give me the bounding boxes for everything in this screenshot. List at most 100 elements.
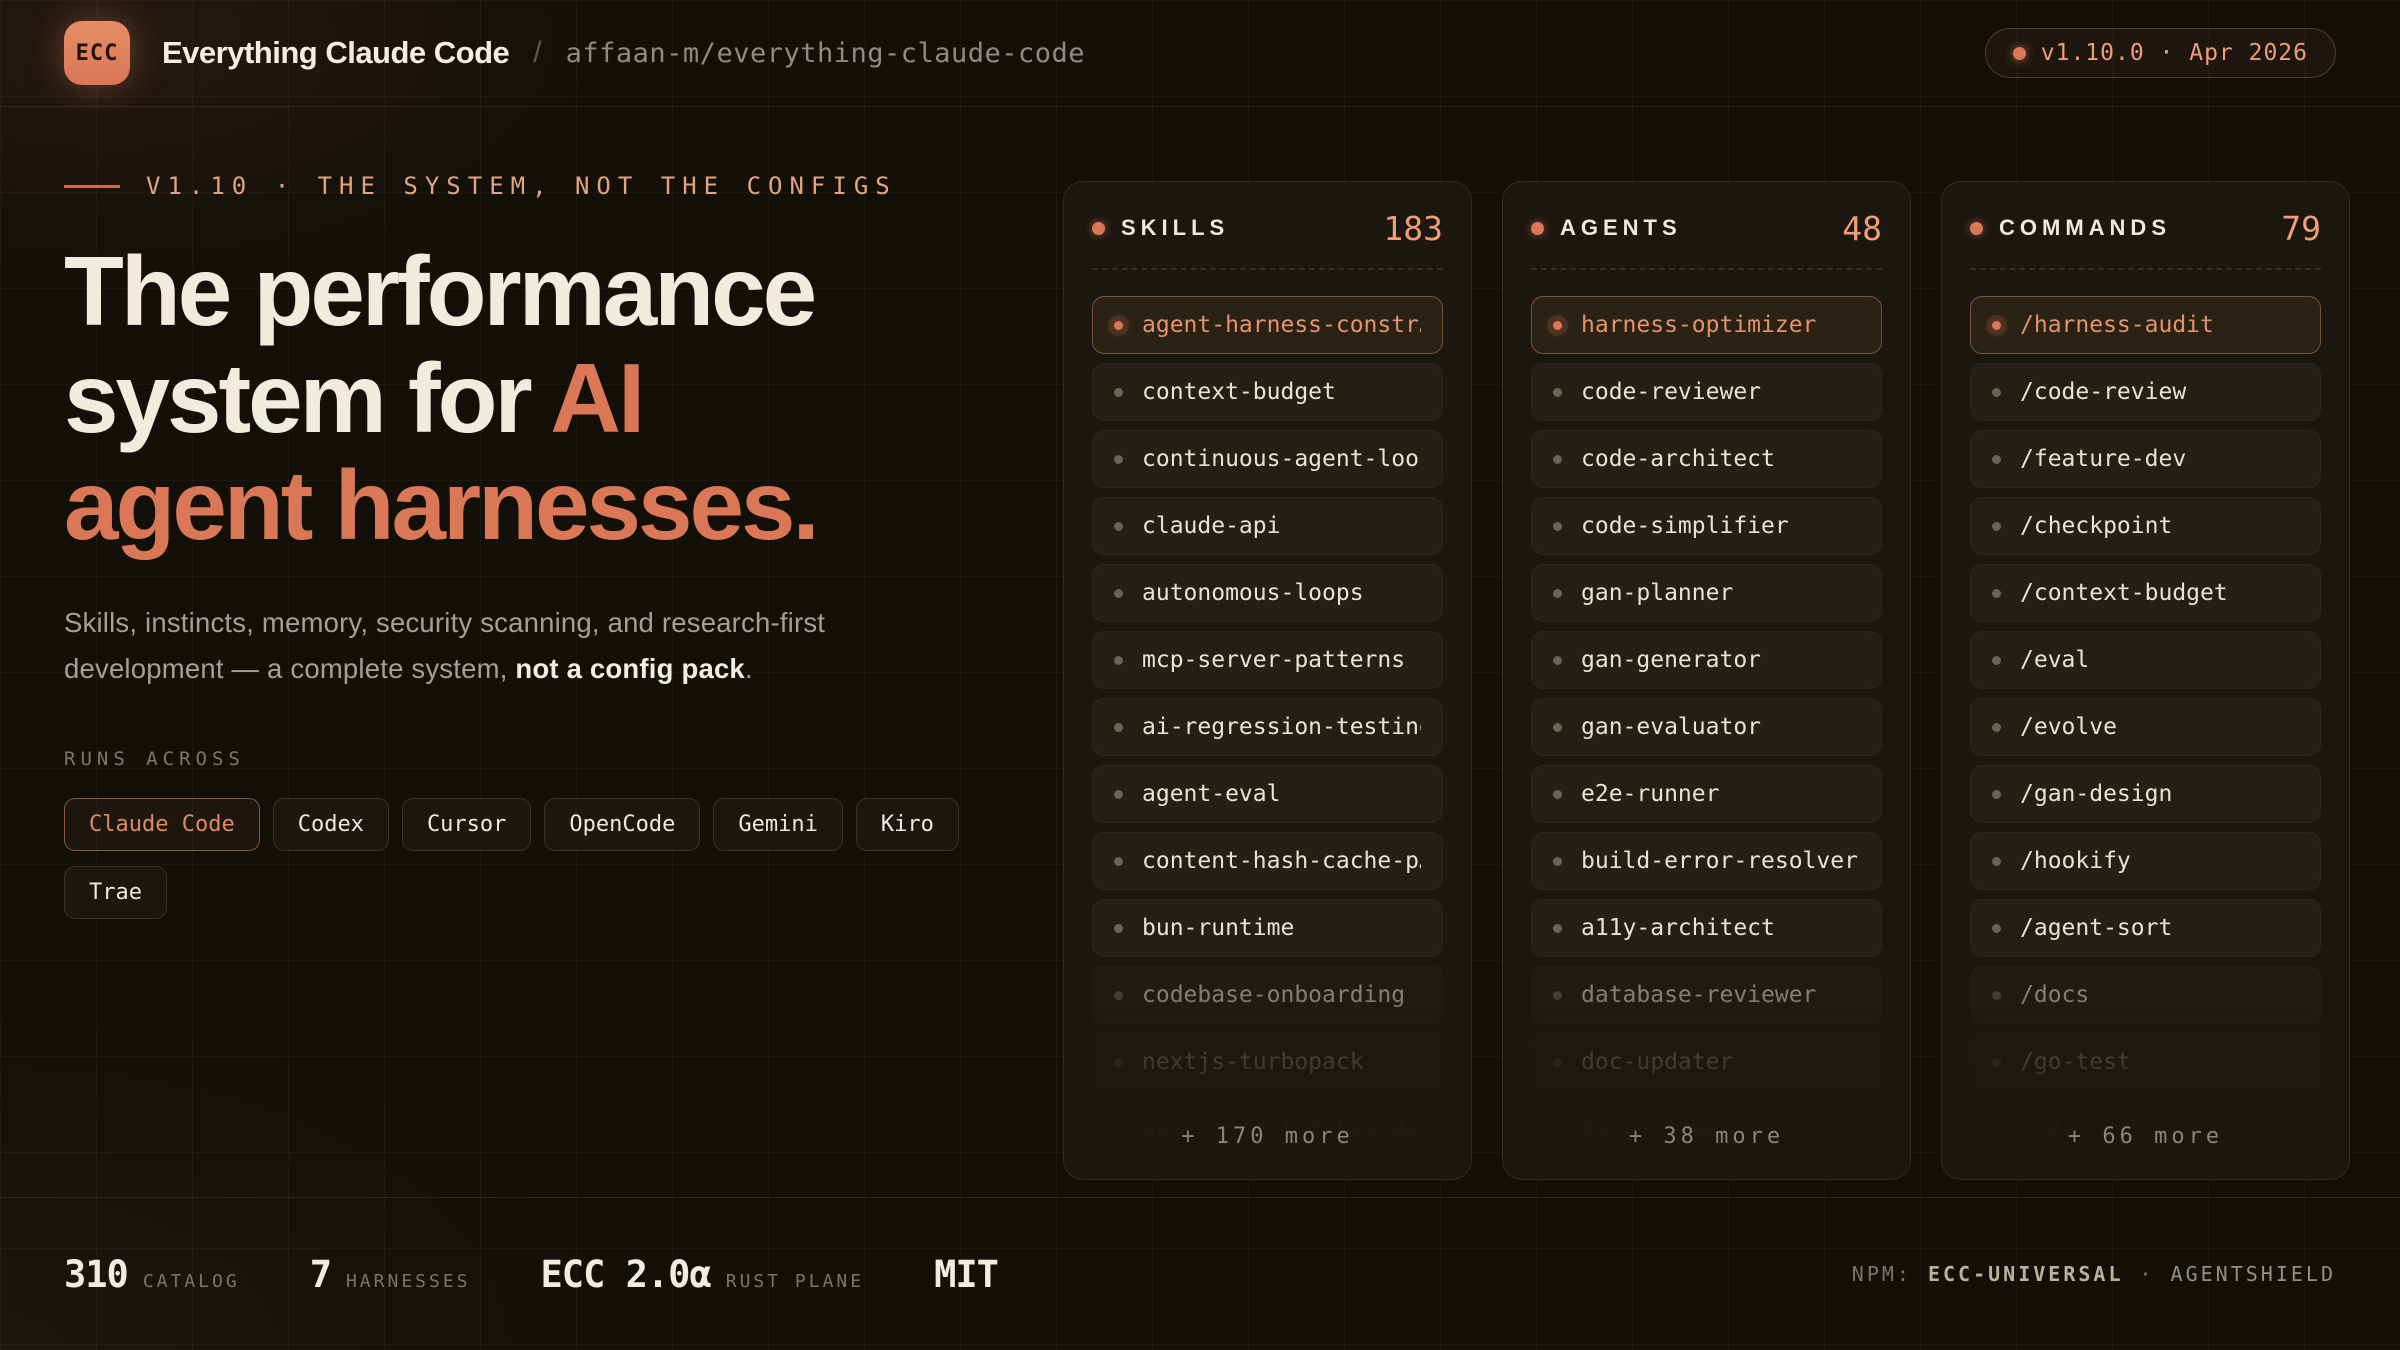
item-dot-icon xyxy=(1114,790,1123,799)
hero-eyebrow: V1.10 · THE SYSTEM, NOT THE CONFIGS xyxy=(64,172,1024,200)
item-label: gan-evaluator xyxy=(1581,714,1761,740)
commands-item-go-test[interactable]: /go-test xyxy=(1970,1033,2321,1091)
harness-chip-gemini[interactable]: Gemini xyxy=(713,798,842,851)
panel-agents: AGENTS 48 harness-optimizer code-reviewe… xyxy=(1502,181,1911,1180)
commands-item-harness-audit[interactable]: /harness-audit xyxy=(1970,296,2321,354)
harness-chip-label: Gemini xyxy=(738,812,817,837)
skills-item-agent-harness-constr[interactable]: agent-harness-constr… xyxy=(1092,296,1443,354)
agents-item-build-error-resolver[interactable]: build-error-resolver xyxy=(1531,832,1882,890)
stat-mit: MIT xyxy=(934,1253,998,1296)
commands-item-eval[interactable]: /eval xyxy=(1970,631,2321,689)
item-label: /gan-design xyxy=(2020,781,2172,807)
harness-chip-codex[interactable]: Codex xyxy=(273,798,389,851)
agents-item-a11y-architect[interactable]: a11y-architect xyxy=(1531,899,1882,957)
panel-more-link[interactable]: + 38 more xyxy=(1503,1124,1910,1149)
commands-item-evolve[interactable]: /evolve xyxy=(1970,698,2321,756)
panel-item-list: agent-harness-constr… context-budget con… xyxy=(1092,296,1443,1158)
skills-item-mcp-server-patterns[interactable]: mcp-server-patterns xyxy=(1092,631,1443,689)
commands-item-docs[interactable]: /docs xyxy=(1970,966,2321,1024)
agents-item-e2e-runner[interactable]: e2e-runner xyxy=(1531,765,1882,823)
skills-item-bun-runtime[interactable]: bun-runtime xyxy=(1092,899,1443,957)
panel-more-link[interactable]: + 170 more xyxy=(1064,1124,1471,1149)
npm-label: NPM: xyxy=(1852,1262,1912,1286)
item-label: mcp-server-patterns xyxy=(1142,647,1405,673)
agents-item-code-reviewer[interactable]: code-reviewer xyxy=(1531,363,1882,421)
hero-section: V1.10 · THE SYSTEM, NOT THE CONFIGS The … xyxy=(64,172,1024,919)
skills-item-agent-eval[interactable]: agent-eval xyxy=(1092,765,1443,823)
harness-chip-label: Codex xyxy=(298,812,364,837)
skills-item-nextjs-turbopack[interactable]: nextjs-turbopack xyxy=(1092,1033,1443,1091)
npm-separator: · xyxy=(2140,1262,2155,1286)
item-dot-icon xyxy=(1114,1058,1123,1067)
item-dot-icon xyxy=(1553,723,1562,732)
panel-title: SKILLS xyxy=(1121,215,1229,241)
version-badge: v1.10.0 · Apr 2026 xyxy=(1985,28,2336,78)
harness-chip-list: Claude Code Codex Cursor OpenCode Gemini Kiro… xyxy=(64,798,1014,919)
item-label: build-error-resolver xyxy=(1581,848,1858,874)
skills-item-content-hash-cache-p[interactable]: content-hash-cache-p… xyxy=(1092,832,1443,890)
item-dot-icon xyxy=(1553,321,1562,330)
panel-header: AGENTS 48 xyxy=(1531,206,1882,250)
item-dot-icon xyxy=(1992,991,2001,1000)
commands-item-hookify[interactable]: /hookify xyxy=(1970,832,2321,890)
commands-item-checkpoint[interactable]: /checkpoint xyxy=(1970,497,2321,555)
commands-item-gan-design[interactable]: /gan-design xyxy=(1970,765,2321,823)
agents-item-gan-planner[interactable]: gan-planner xyxy=(1531,564,1882,622)
panel-more-link[interactable]: + 66 more xyxy=(1942,1124,2349,1149)
repo-breadcrumb[interactable]: affaan-m/everything-claude-code xyxy=(566,38,1085,69)
subtitle-end: . xyxy=(745,653,753,684)
eyebrow-text: V1.10 · THE SYSTEM, NOT THE CONFIGS xyxy=(146,172,897,200)
agents-item-gan-generator[interactable]: gan-generator xyxy=(1531,631,1882,689)
harness-chip-label: OpenCode xyxy=(569,812,675,837)
ecc-logo: ECC xyxy=(64,21,130,85)
agents-item-code-simplifier[interactable]: code-simplifier xyxy=(1531,497,1882,555)
item-label: /hookify xyxy=(2020,848,2131,874)
item-dot-icon xyxy=(1992,321,2001,330)
item-label: code-reviewer xyxy=(1581,379,1761,405)
item-dot-icon xyxy=(1992,723,2001,732)
item-dot-icon xyxy=(1553,388,1562,397)
stat-label: CATALOG xyxy=(143,1271,240,1292)
agents-item-code-architect[interactable]: code-architect xyxy=(1531,430,1882,488)
harness-chip-cursor[interactable]: Cursor xyxy=(402,798,531,851)
footer-stats: 310 CATALOG 7 HARNESSES ECC 2.0α RUST PL… xyxy=(64,1253,998,1296)
item-dot-icon xyxy=(1553,1058,1562,1067)
hero-subtitle: Skills, instincts, memory, security scan… xyxy=(64,600,944,692)
item-dot-icon xyxy=(1553,857,1562,866)
stat-value: MIT xyxy=(934,1253,998,1296)
skills-item-claude-api[interactable]: claude-api xyxy=(1092,497,1443,555)
agents-item-database-reviewer[interactable]: database-reviewer xyxy=(1531,966,1882,1024)
harness-chip-opencode[interactable]: OpenCode xyxy=(544,798,700,851)
harness-chip-trae[interactable]: Trae xyxy=(64,866,167,919)
item-label: agent-harness-constr… xyxy=(1142,312,1421,338)
agents-item-harness-optimizer[interactable]: harness-optimizer xyxy=(1531,296,1882,354)
npm-package-name: ECC-UNIVERSAL xyxy=(1928,1262,2124,1286)
skills-item-autonomous-loops[interactable]: autonomous-loops xyxy=(1092,564,1443,622)
skills-item-codebase-onboarding[interactable]: codebase-onboarding xyxy=(1092,966,1443,1024)
skills-item-continuous-agent-loop[interactable]: continuous-agent-loop xyxy=(1092,430,1443,488)
skills-item-ai-regression-testing[interactable]: ai-regression-testing xyxy=(1092,698,1443,756)
commands-item-feature-dev[interactable]: /feature-dev xyxy=(1970,430,2321,488)
panel-divider xyxy=(1970,268,2321,270)
item-label: agent-eval xyxy=(1142,781,1280,807)
panel-title: AGENTS xyxy=(1560,215,1682,241)
item-dot-icon xyxy=(1114,857,1123,866)
item-label: database-reviewer xyxy=(1581,982,1816,1008)
item-label: bun-runtime xyxy=(1142,915,1294,941)
commands-item-agent-sort[interactable]: /agent-sort xyxy=(1970,899,2321,957)
harness-chip-claude-code[interactable]: Claude Code xyxy=(64,798,260,851)
catalog-panels: SKILLS 183 agent-harness-constr… context… xyxy=(1063,181,2350,1180)
agentshield-label: AGENTSHIELD xyxy=(2171,1262,2336,1286)
commands-item-code-review[interactable]: /code-review xyxy=(1970,363,2321,421)
harness-chip-kiro[interactable]: Kiro xyxy=(856,798,959,851)
skills-item-context-budget[interactable]: context-budget xyxy=(1092,363,1443,421)
runs-across-label: RUNS ACROSS xyxy=(64,748,1024,770)
item-dot-icon xyxy=(1992,455,2001,464)
npm-line: NPM: ECC-UNIVERSAL · AGENTSHIELD xyxy=(1852,1262,2336,1286)
item-dot-icon xyxy=(1992,790,2001,799)
stat-value: ECC 2.0α xyxy=(541,1253,711,1296)
agents-item-doc-updater[interactable]: doc-updater xyxy=(1531,1033,1882,1091)
agents-item-gan-evaluator[interactable]: gan-evaluator xyxy=(1531,698,1882,756)
commands-item-context-budget[interactable]: /context-budget xyxy=(1970,564,2321,622)
item-dot-icon xyxy=(1992,388,2001,397)
